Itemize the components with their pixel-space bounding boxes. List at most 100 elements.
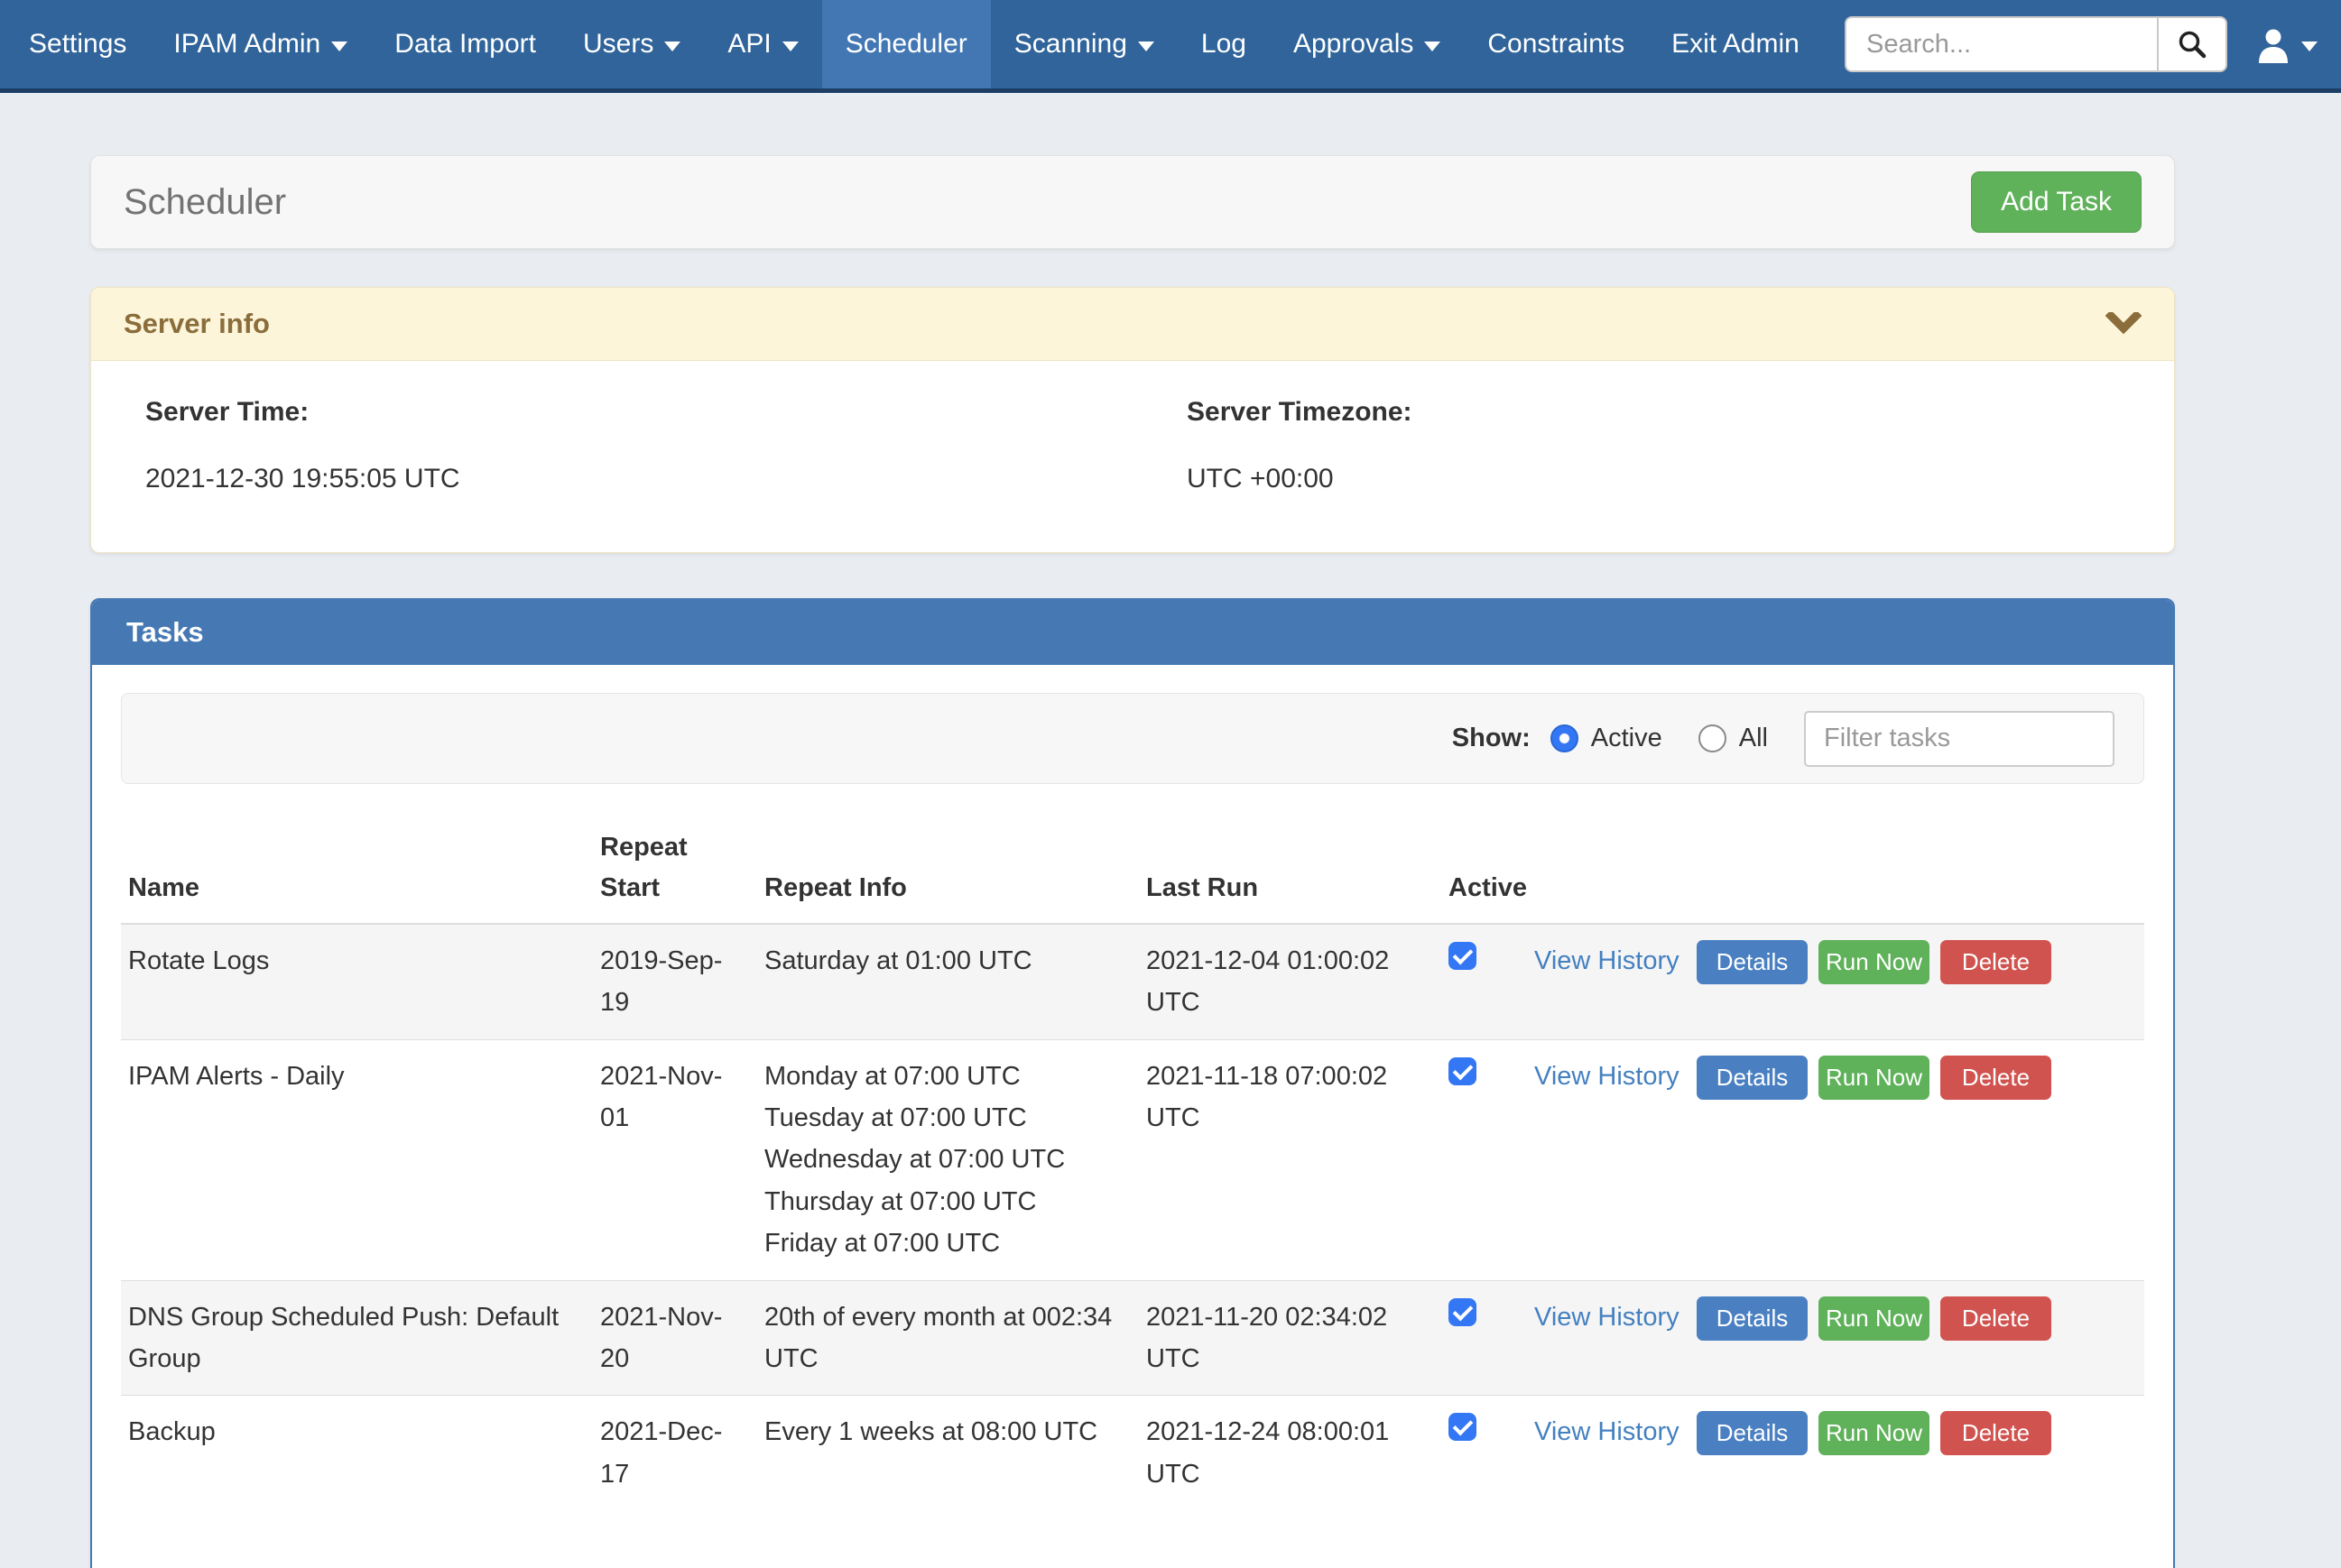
repeat-info-line: Monday at 07:00 UTC <box>764 1056 1132 1097</box>
nav-item-users[interactable]: Users <box>560 0 704 88</box>
nav-item-log[interactable]: Log <box>1178 0 1270 88</box>
tasks-panel: Tasks Show: Active All <box>90 598 2175 1568</box>
repeat-info-line: Friday at 07:00 UTC <box>764 1222 1132 1264</box>
task-actions-cell: DetailsRun NowDelete <box>1689 1280 2144 1396</box>
scheduler-title-panel: Scheduler Add Task <box>90 155 2175 249</box>
task-repeat-info-cell: 20th of every month at 002:34 UTC <box>757 1280 1139 1396</box>
col-history-spacer <box>1527 816 1689 924</box>
task-actions-cell: DetailsRun NowDelete <box>1689 1396 2144 1510</box>
server-info-panel: Server info Server Time: 2021-12-30 19:5… <box>90 287 2175 553</box>
task-last-run-cell: 2021-12-24 08:00:01 UTC <box>1139 1396 1441 1510</box>
details-button[interactable]: Details <box>1697 1056 1808 1100</box>
view-history-link[interactable]: View History <box>1534 946 1679 975</box>
active-checkbox[interactable] <box>1448 1298 1476 1326</box>
task-name-cell: Rotate Logs <box>121 924 593 1039</box>
details-button[interactable]: Details <box>1697 1411 1808 1455</box>
search-input[interactable] <box>1845 16 2157 72</box>
radio-group-all: All <box>1698 724 1768 753</box>
task-repeat-start-cell: 2021-Nov-01 <box>593 1039 757 1280</box>
tasks-title: Tasks <box>126 616 204 649</box>
radio-active[interactable] <box>1550 724 1578 752</box>
col-repeat-start: Repeat Start <box>593 816 757 924</box>
task-last-run-cell: 2021-12-04 01:00:02 UTC <box>1139 924 1441 1039</box>
active-checkbox[interactable] <box>1448 1057 1476 1085</box>
filter-tasks-input[interactable] <box>1804 711 2114 767</box>
caret-down-icon <box>1424 42 1440 51</box>
task-active-cell <box>1441 1396 1527 1510</box>
task-last-run-cell: 2021-11-18 07:00:02 UTC <box>1139 1039 1441 1280</box>
run-now-button[interactable]: Run Now <box>1818 1411 1929 1455</box>
server-timezone-block: Server Timezone: UTC +00:00 <box>1133 397 2174 552</box>
main-content: Scheduler Add Task Server info Server Ti… <box>90 155 2175 1568</box>
chevron-down-icon[interactable] <box>2105 312 2142 336</box>
col-active: Active <box>1441 816 1527 924</box>
user-menu[interactable] <box>2245 25 2327 63</box>
nav-item-constraints[interactable]: Constraints <box>1464 0 1648 88</box>
nav-item-label: IPAM Admin <box>173 29 320 60</box>
task-actions-cell: DetailsRun NowDelete <box>1689 924 2144 1039</box>
tasks-table-body: Rotate Logs2019-Sep-19Saturday at 01:00 … <box>121 924 2144 1510</box>
tasks-filter-bar: Show: Active All <box>121 693 2144 784</box>
repeat-info-line: 20th of every month at 002:34 UTC <box>764 1296 1132 1380</box>
task-repeat-start-cell: 2019-Sep-19 <box>593 924 757 1039</box>
col-repeat-info: Repeat Info <box>757 816 1139 924</box>
server-info-header[interactable]: Server info <box>91 288 2174 361</box>
nav-item-data-import[interactable]: Data Import <box>371 0 560 88</box>
show-label: Show: <box>1452 724 1531 753</box>
tasks-table: Name Repeat Start Repeat Info Last Run A… <box>121 816 2144 1510</box>
server-time-block: Server Time: 2021-12-30 19:55:05 UTC <box>91 397 1133 552</box>
task-repeat-info-cell: Every 1 weeks at 08:00 UTC <box>757 1396 1139 1510</box>
view-history-link[interactable]: View History <box>1534 1303 1679 1332</box>
search-icon <box>2176 28 2208 60</box>
active-checkbox[interactable] <box>1448 1413 1476 1441</box>
nav-item-scanning[interactable]: Scanning <box>991 0 1178 88</box>
add-task-button[interactable]: Add Task <box>1971 171 2142 233</box>
repeat-info-line: Saturday at 01:00 UTC <box>764 940 1132 982</box>
nav-item-label: Exit Admin <box>1671 29 1800 60</box>
caret-down-icon <box>782 42 799 51</box>
task-name-cell: DNS Group Scheduled Push: Default Group <box>121 1280 593 1396</box>
nav-item-api[interactable]: API <box>704 0 821 88</box>
run-now-button[interactable]: Run Now <box>1818 1296 1929 1341</box>
server-time-label: Server Time: <box>145 397 1133 428</box>
nav-item-approvals[interactable]: Approvals <box>1270 0 1464 88</box>
task-actions-cell: DetailsRun NowDelete <box>1689 1039 2144 1280</box>
nav-item-exit-admin[interactable]: Exit Admin <box>1648 0 1823 88</box>
repeat-info-line: Tuesday at 07:00 UTC <box>764 1097 1132 1139</box>
run-now-button[interactable]: Run Now <box>1818 1056 1929 1100</box>
task-row: Rotate Logs2019-Sep-19Saturday at 01:00 … <box>121 924 2144 1039</box>
details-button[interactable]: Details <box>1697 1296 1808 1341</box>
page-title: Scheduler <box>124 182 286 223</box>
view-history-link[interactable]: View History <box>1534 1417 1679 1446</box>
radio-group-active: Active <box>1550 724 1662 753</box>
active-checkbox[interactable] <box>1448 942 1476 970</box>
tasks-table-header-row: Name Repeat Start Repeat Info Last Run A… <box>121 816 2144 924</box>
delete-button[interactable]: Delete <box>1940 1056 2051 1100</box>
col-last-run: Last Run <box>1139 816 1441 924</box>
run-now-button[interactable]: Run Now <box>1818 940 1929 984</box>
nav-item-ipam-admin[interactable]: IPAM Admin <box>150 0 371 88</box>
server-timezone-value: UTC +00:00 <box>1187 464 2174 494</box>
task-history-cell: View History <box>1527 924 1689 1039</box>
task-last-run-cell: 2021-11-20 02:34:02 UTC <box>1139 1280 1441 1396</box>
nav-item-label: Settings <box>29 29 126 60</box>
radio-active-label: Active <box>1591 724 1662 753</box>
view-history-link[interactable]: View History <box>1534 1062 1679 1091</box>
radio-all[interactable] <box>1698 724 1726 752</box>
caret-down-icon <box>331 42 347 51</box>
task-history-cell: View History <box>1527 1039 1689 1280</box>
task-row: DNS Group Scheduled Push: Default Group 2… <box>121 1280 2144 1396</box>
nav-item-scheduler[interactable]: Scheduler <box>822 0 991 88</box>
delete-button[interactable]: Delete <box>1940 1296 2051 1341</box>
delete-button[interactable]: Delete <box>1940 940 2051 984</box>
delete-button[interactable]: Delete <box>1940 1411 2051 1455</box>
task-active-cell <box>1441 1280 1527 1396</box>
nav-item-label: Log <box>1201 29 1246 60</box>
repeat-info-line: Thursday at 07:00 UTC <box>764 1181 1132 1222</box>
details-button[interactable]: Details <box>1697 940 1808 984</box>
repeat-info-line: Wednesday at 07:00 UTC <box>764 1139 1132 1180</box>
task-row: IPAM Alerts - Daily2021-Nov-01Monday at … <box>121 1039 2144 1280</box>
nav-item-settings[interactable]: Settings <box>5 0 150 88</box>
search-button[interactable] <box>2157 16 2227 72</box>
nav-item-label: Approvals <box>1293 29 1413 60</box>
